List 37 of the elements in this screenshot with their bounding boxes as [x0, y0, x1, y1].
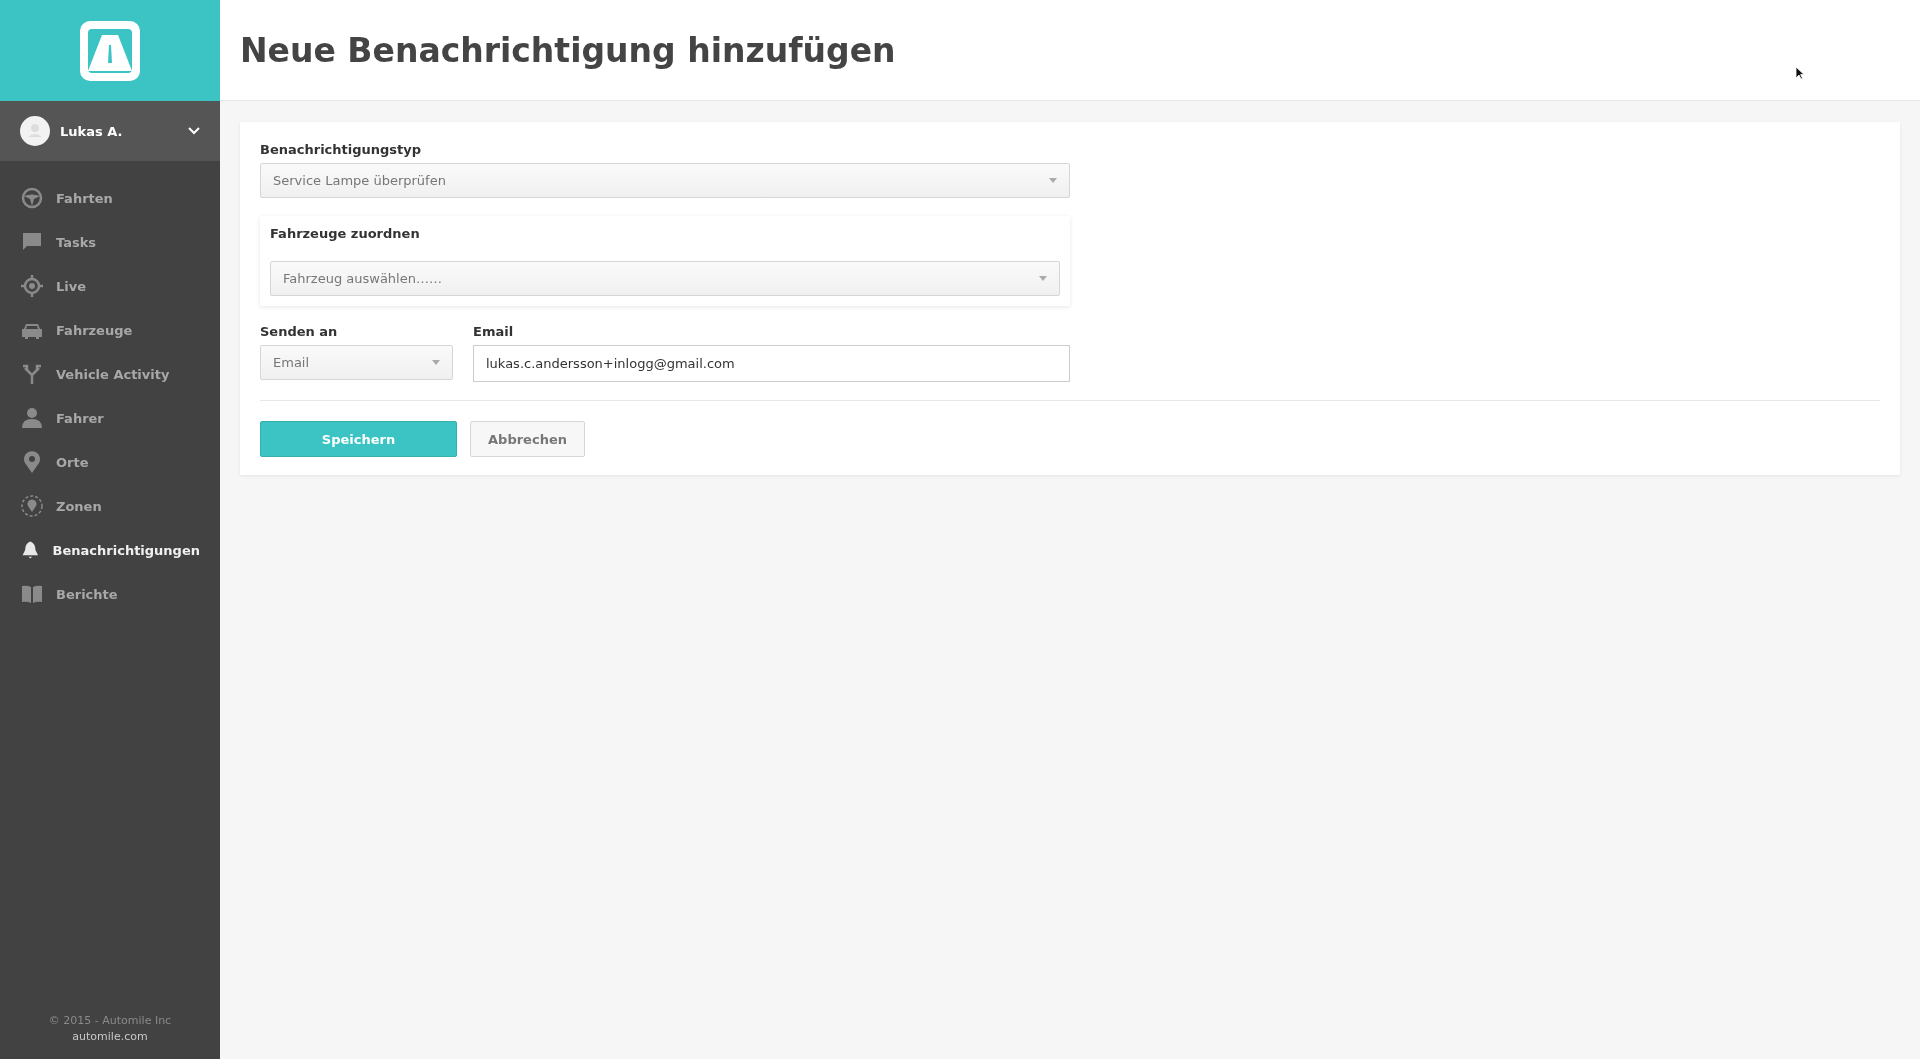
field-label: Senden an [260, 324, 339, 339]
mouse-cursor-icon [1795, 66, 1805, 80]
chevron-down-icon [188, 127, 200, 135]
vehicle-dropdown[interactable]: Fahrzeug auswählen…… [270, 261, 1060, 296]
split-arrows-icon [20, 362, 44, 386]
zone-pin-icon [20, 494, 44, 518]
nav-item[interactable]: Fahrzeuge [0, 308, 220, 352]
nav-item[interactable]: Berichte [0, 572, 220, 616]
page-title: Neue Benachrichtigung hinzufügen [240, 30, 896, 70]
dropdown-arrow-icon [432, 360, 440, 365]
notification-type-dropdown[interactable]: Service Lampe überprüfen [260, 163, 1070, 198]
avatar-icon [20, 116, 50, 146]
steering-wheel-icon [20, 186, 44, 210]
person-icon [20, 406, 44, 430]
nav-item[interactable]: Orte [0, 440, 220, 484]
field-label: Fahrzeuge zuordnen [270, 226, 421, 241]
website-link[interactable]: automile.com [72, 1030, 148, 1043]
copyright-text: © 2015 - Automile Inc [48, 1014, 172, 1027]
field-label: Email [473, 324, 515, 339]
road-logo-icon[interactable] [80, 20, 140, 81]
nav-item[interactable]: Vehicle Activity [0, 352, 220, 396]
user-name: Lukas A. [60, 123, 124, 139]
dropdown-arrow-icon [1039, 276, 1047, 281]
dropdown-arrow-icon [1049, 178, 1057, 183]
nav-item[interactable]: Live [0, 264, 220, 308]
user-menu[interactable]: Lukas A. [0, 101, 220, 161]
nav-item[interactable]: Benachrichtigungen [0, 528, 220, 572]
cancel-button[interactable]: Abbrechen [470, 421, 585, 457]
email-input[interactable]: lukas.c.andersson+inlogg@gmail.com [473, 345, 1070, 382]
crosshair-icon [20, 274, 44, 298]
nav-item[interactable]: Tasks [0, 220, 220, 264]
save-button[interactable]: Speichern [260, 421, 457, 457]
nav-item[interactable]: Fahrten [0, 176, 220, 220]
nav-item[interactable]: Fahrer [0, 396, 220, 440]
nav-item[interactable]: Zonen [0, 484, 220, 528]
send-to-dropdown[interactable]: Email [260, 345, 453, 380]
field-label: Benachrichtigungstyp [260, 142, 423, 157]
